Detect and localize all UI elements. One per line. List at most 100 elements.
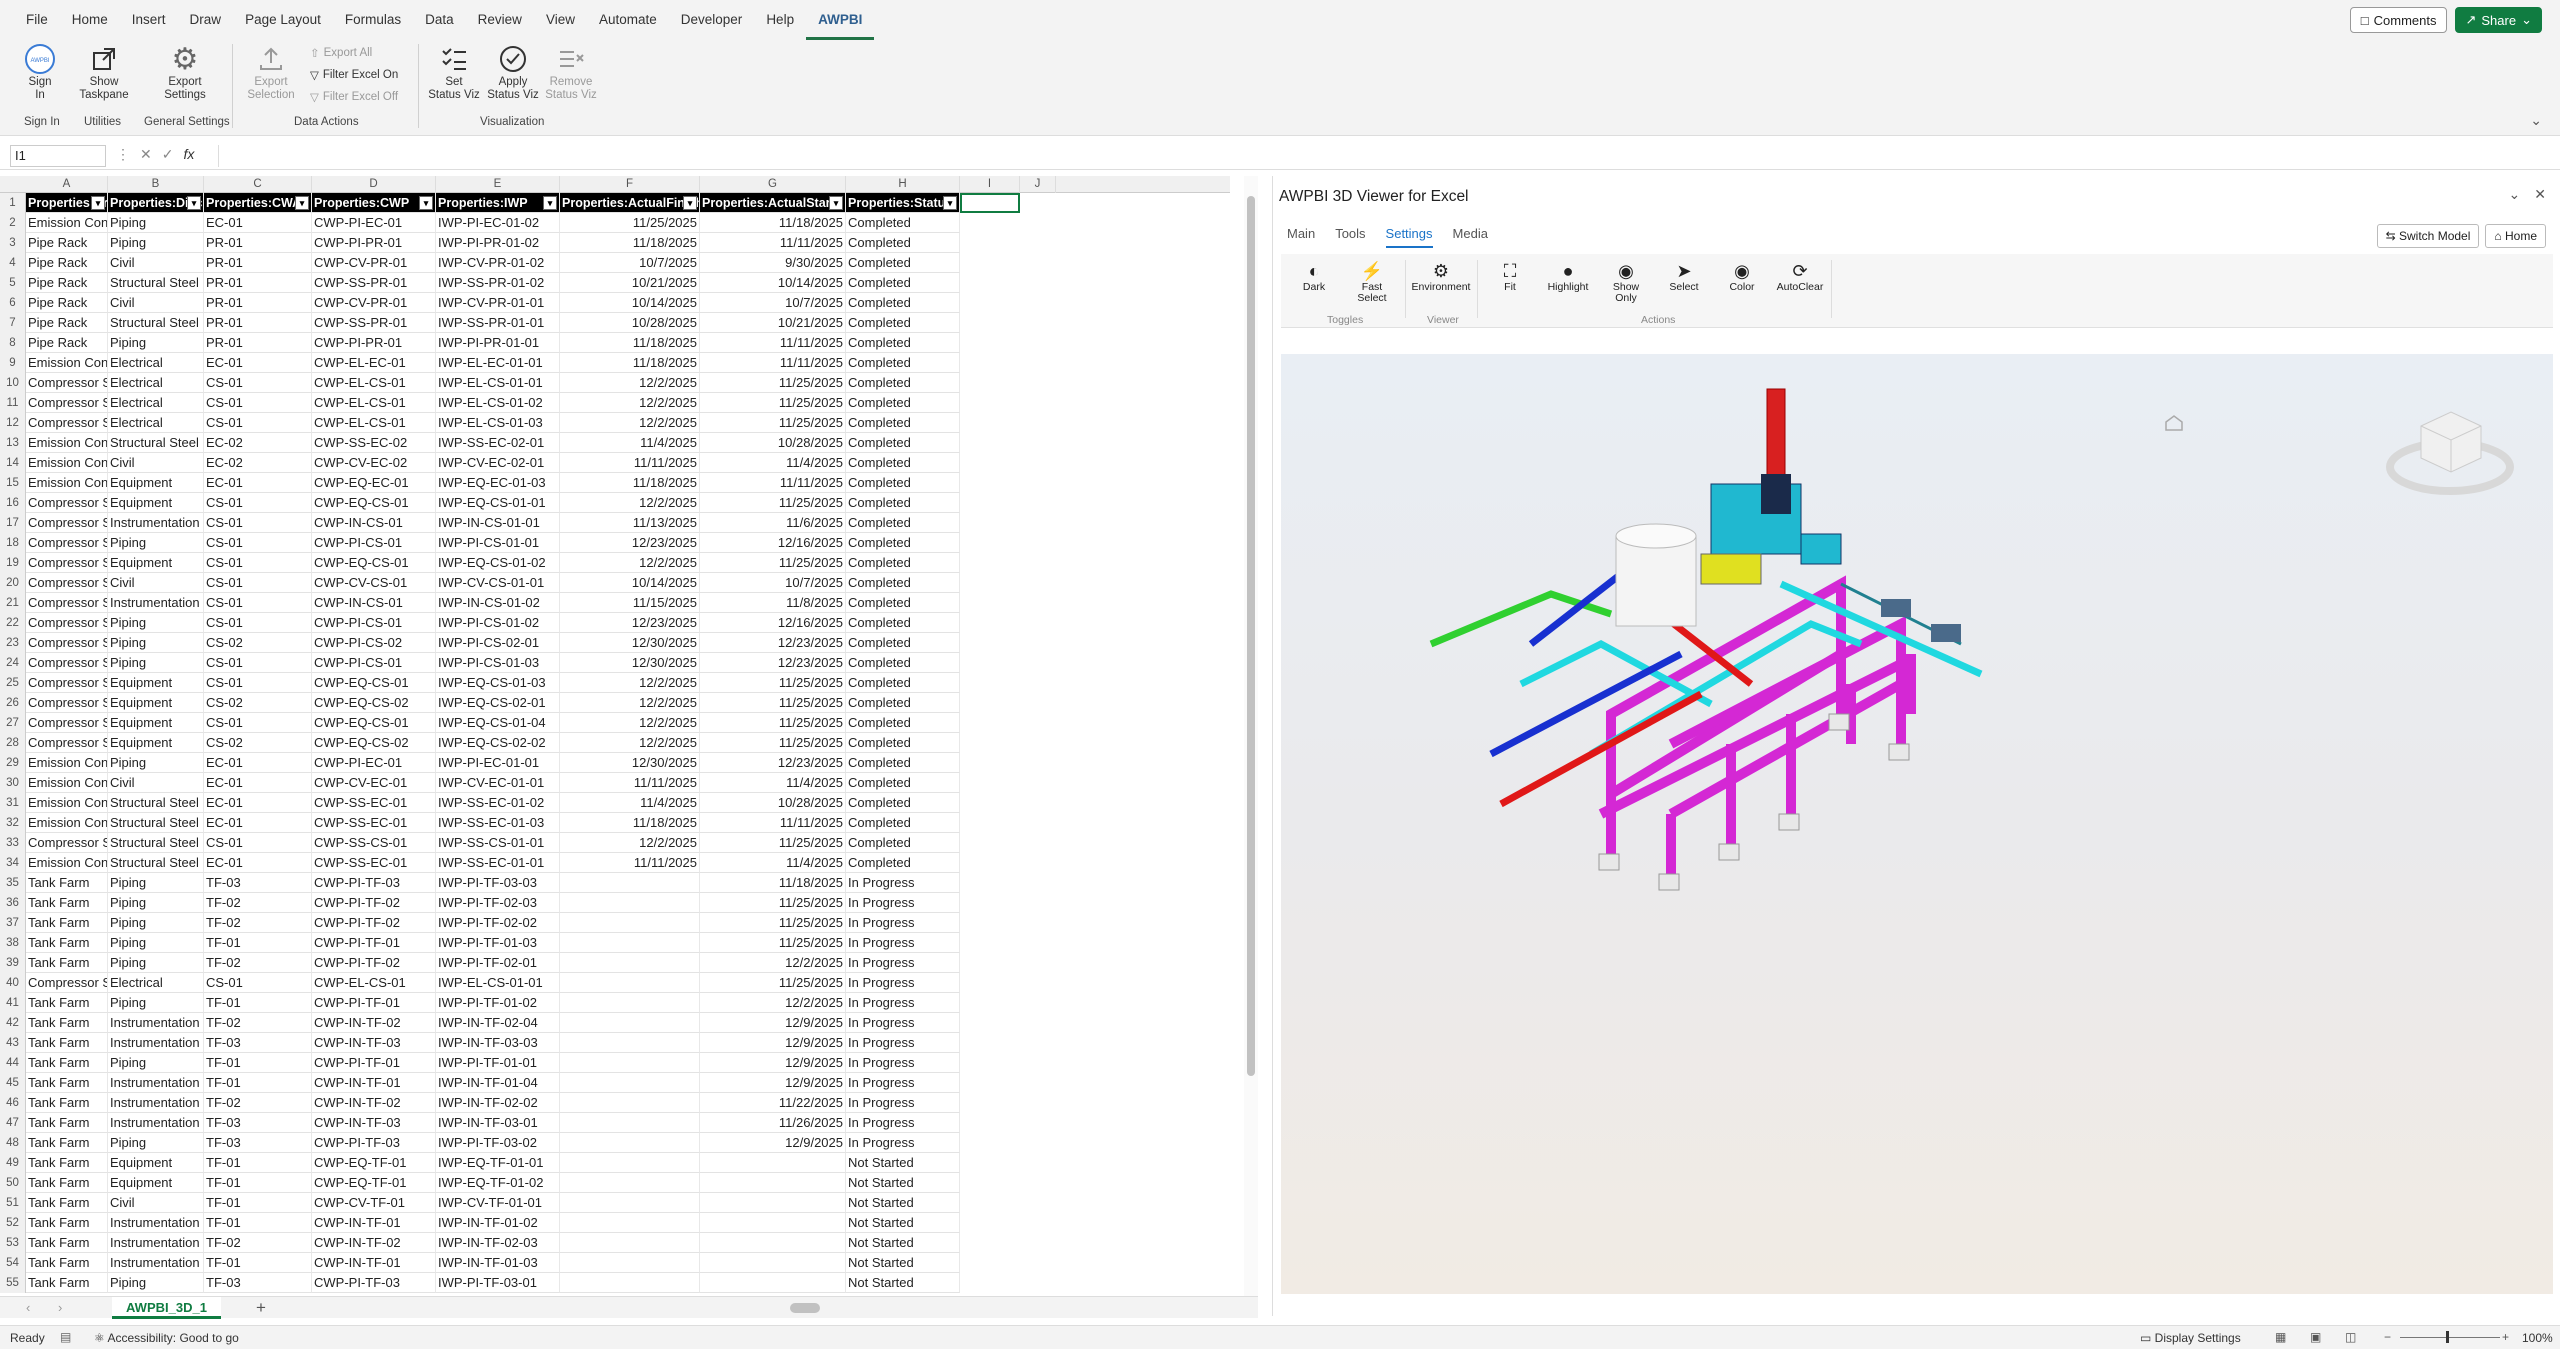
filter-dropdown-icon[interactable]: ▾	[543, 196, 557, 210]
table-cell[interactable]: CWP-IN-TF-02	[312, 1233, 436, 1253]
table-cell[interactable]: 12/2/2025	[700, 953, 846, 973]
table-cell[interactable]: IWP-EQ-EC-01-03	[436, 473, 560, 493]
table-cell[interactable]: IWP-EQ-TF-01-01	[436, 1153, 560, 1173]
table-cell[interactable]: Tank Farm	[26, 1253, 108, 1273]
table-cell[interactable]: CS-01	[204, 513, 312, 533]
table-cell[interactable]: Completed	[846, 653, 960, 673]
table-cell[interactable]: Completed	[846, 553, 960, 573]
table-cell[interactable]: CWP-SS-CS-01	[312, 833, 436, 853]
table-cell[interactable]: Tank Farm	[26, 1093, 108, 1113]
table-cell[interactable]: IWP-IN-CS-01-02	[436, 593, 560, 613]
filter-dropdown-icon[interactable]: ▾	[683, 196, 697, 210]
table-cell[interactable]: IWP-IN-TF-03-01	[436, 1113, 560, 1133]
table-cell[interactable]: IWP-IN-TF-03-03	[436, 1033, 560, 1053]
table-cell[interactable]: 10/7/2025	[700, 293, 846, 313]
table-cell[interactable]: IWP-SS-EC-01-02	[436, 793, 560, 813]
display-settings-button[interactable]: ▭ Display Settings	[2140, 1331, 2241, 1345]
prev-sheet-icon[interactable]: ‹	[26, 1300, 30, 1315]
table-cell[interactable]: 12/2/2025	[560, 713, 700, 733]
table-cell[interactable]: TF-02	[204, 913, 312, 933]
row-number[interactable]: 11	[0, 393, 26, 413]
table-cell[interactable]: CWP-EL-CS-01	[312, 373, 436, 393]
table-cell[interactable]: TF-01	[204, 1213, 312, 1233]
filter-dropdown-icon[interactable]: ▾	[419, 196, 433, 210]
table-cell[interactable]: Completed	[846, 593, 960, 613]
table-cell[interactable]: IWP-PI-PR-01-01	[436, 333, 560, 353]
table-cell[interactable]: CWP-EQ-CS-01	[312, 673, 436, 693]
table-cell[interactable]: 12/23/2025	[700, 653, 846, 673]
table-cell[interactable]	[560, 1053, 700, 1073]
table-cell[interactable]: Tank Farm	[26, 1113, 108, 1133]
table-cell[interactable]: PR-01	[204, 253, 312, 273]
column-filter-header[interactable]: Properties:CWP ▾	[312, 193, 436, 213]
table-cell[interactable]: IWP-CV-PR-01-01	[436, 293, 560, 313]
table-cell[interactable]: Compressor Station	[26, 593, 108, 613]
zoom-out-icon[interactable]: −	[2384, 1330, 2391, 1344]
table-cell[interactable]: CS-01	[204, 393, 312, 413]
tab-draw[interactable]: Draw	[178, 0, 234, 40]
table-cell[interactable]: Equipment	[108, 1153, 204, 1173]
table-cell[interactable]: Equipment	[108, 1173, 204, 1193]
row-number[interactable]: 1	[0, 193, 26, 213]
table-cell[interactable]: Not Started	[846, 1273, 960, 1293]
row-number[interactable]: 6	[0, 293, 26, 313]
table-cell[interactable]: TF-01	[204, 1173, 312, 1193]
table-cell[interactable]: Tank Farm	[26, 1213, 108, 1233]
table-cell[interactable]: 10/28/2025	[700, 793, 846, 813]
table-cell[interactable]	[560, 913, 700, 933]
sheet-tab[interactable]: AWPBI_3D_1	[112, 1297, 221, 1319]
table-cell[interactable]: CS-01	[204, 973, 312, 993]
table-cell[interactable]: CS-01	[204, 553, 312, 573]
row-number[interactable]: 28	[0, 733, 26, 753]
table-cell[interactable]: Piping	[108, 213, 204, 233]
table-cell[interactable]: 11/25/2025	[700, 693, 846, 713]
sign-in-button[interactable]: AWPBI Sign In	[18, 40, 62, 102]
table-cell[interactable]: 11/4/2025	[560, 793, 700, 813]
table-cell[interactable]: CWP-PI-TF-03	[312, 1273, 436, 1293]
table-cell[interactable]: CWP-SS-EC-01	[312, 853, 436, 873]
table-cell[interactable]: CWP-PI-EC-01	[312, 213, 436, 233]
row-number[interactable]: 3	[0, 233, 26, 253]
table-cell[interactable]: Completed	[846, 233, 960, 253]
table-cell[interactable]: Completed	[846, 273, 960, 293]
table-cell[interactable]: CWP-PI-TF-01	[312, 933, 436, 953]
table-cell[interactable]: 10/14/2025	[700, 273, 846, 293]
table-cell[interactable]: TF-01	[204, 993, 312, 1013]
fx-icon[interactable]: fx	[183, 146, 194, 163]
filter-dropdown-icon[interactable]: ▾	[187, 196, 201, 210]
table-cell[interactable]: Civil	[108, 1193, 204, 1213]
cancel-icon[interactable]: ✕	[140, 146, 152, 163]
table-cell[interactable]: 12/30/2025	[560, 633, 700, 653]
row-number[interactable]: 47	[0, 1113, 26, 1133]
3d-viewer[interactable]	[1281, 354, 2553, 1294]
table-cell[interactable]: Structural Steel	[108, 833, 204, 853]
column-filter-header[interactable]: Properties:IWP ▾	[436, 193, 560, 213]
apply-status-viz-button[interactable]: Apply Status Viz	[484, 40, 542, 102]
table-cell[interactable]: CS-01	[204, 373, 312, 393]
table-cell[interactable]: IWP-PI-CS-01-02	[436, 613, 560, 633]
table-cell[interactable]: Pipe Rack	[26, 233, 108, 253]
table-cell[interactable]: CS-01	[204, 613, 312, 633]
table-cell[interactable]: Piping	[108, 653, 204, 673]
table-cell[interactable]: IWP-PI-PR-01-02	[436, 233, 560, 253]
table-cell[interactable]: Compressor Station	[26, 653, 108, 673]
tab-file[interactable]: File	[14, 0, 60, 40]
table-cell[interactable]: IWP-IN-TF-02-04	[436, 1013, 560, 1033]
column-header[interactable]: F	[560, 176, 700, 193]
row-number[interactable]: 51	[0, 1193, 26, 1213]
table-cell[interactable]: Piping	[108, 233, 204, 253]
table-cell[interactable]: Completed	[846, 313, 960, 333]
table-cell[interactable]	[560, 1233, 700, 1253]
table-cell[interactable]: CWP-PI-TF-01	[312, 1053, 436, 1073]
table-cell[interactable]: 12/30/2025	[560, 753, 700, 773]
table-cell[interactable]: 10/7/2025	[700, 573, 846, 593]
table-cell[interactable]: Equipment	[108, 693, 204, 713]
table-cell[interactable]: IWP-PI-CS-01-01	[436, 533, 560, 553]
table-cell[interactable]: CS-01	[204, 653, 312, 673]
table-cell[interactable]	[560, 973, 700, 993]
table-cell[interactable]: 11/4/2025	[700, 853, 846, 873]
view-cube[interactable]	[2386, 411, 2514, 495]
row-number[interactable]: 21	[0, 593, 26, 613]
tab-data[interactable]: Data	[413, 0, 466, 40]
accessibility-status[interactable]: ⚛ Accessibility: Good to go	[94, 1331, 239, 1345]
